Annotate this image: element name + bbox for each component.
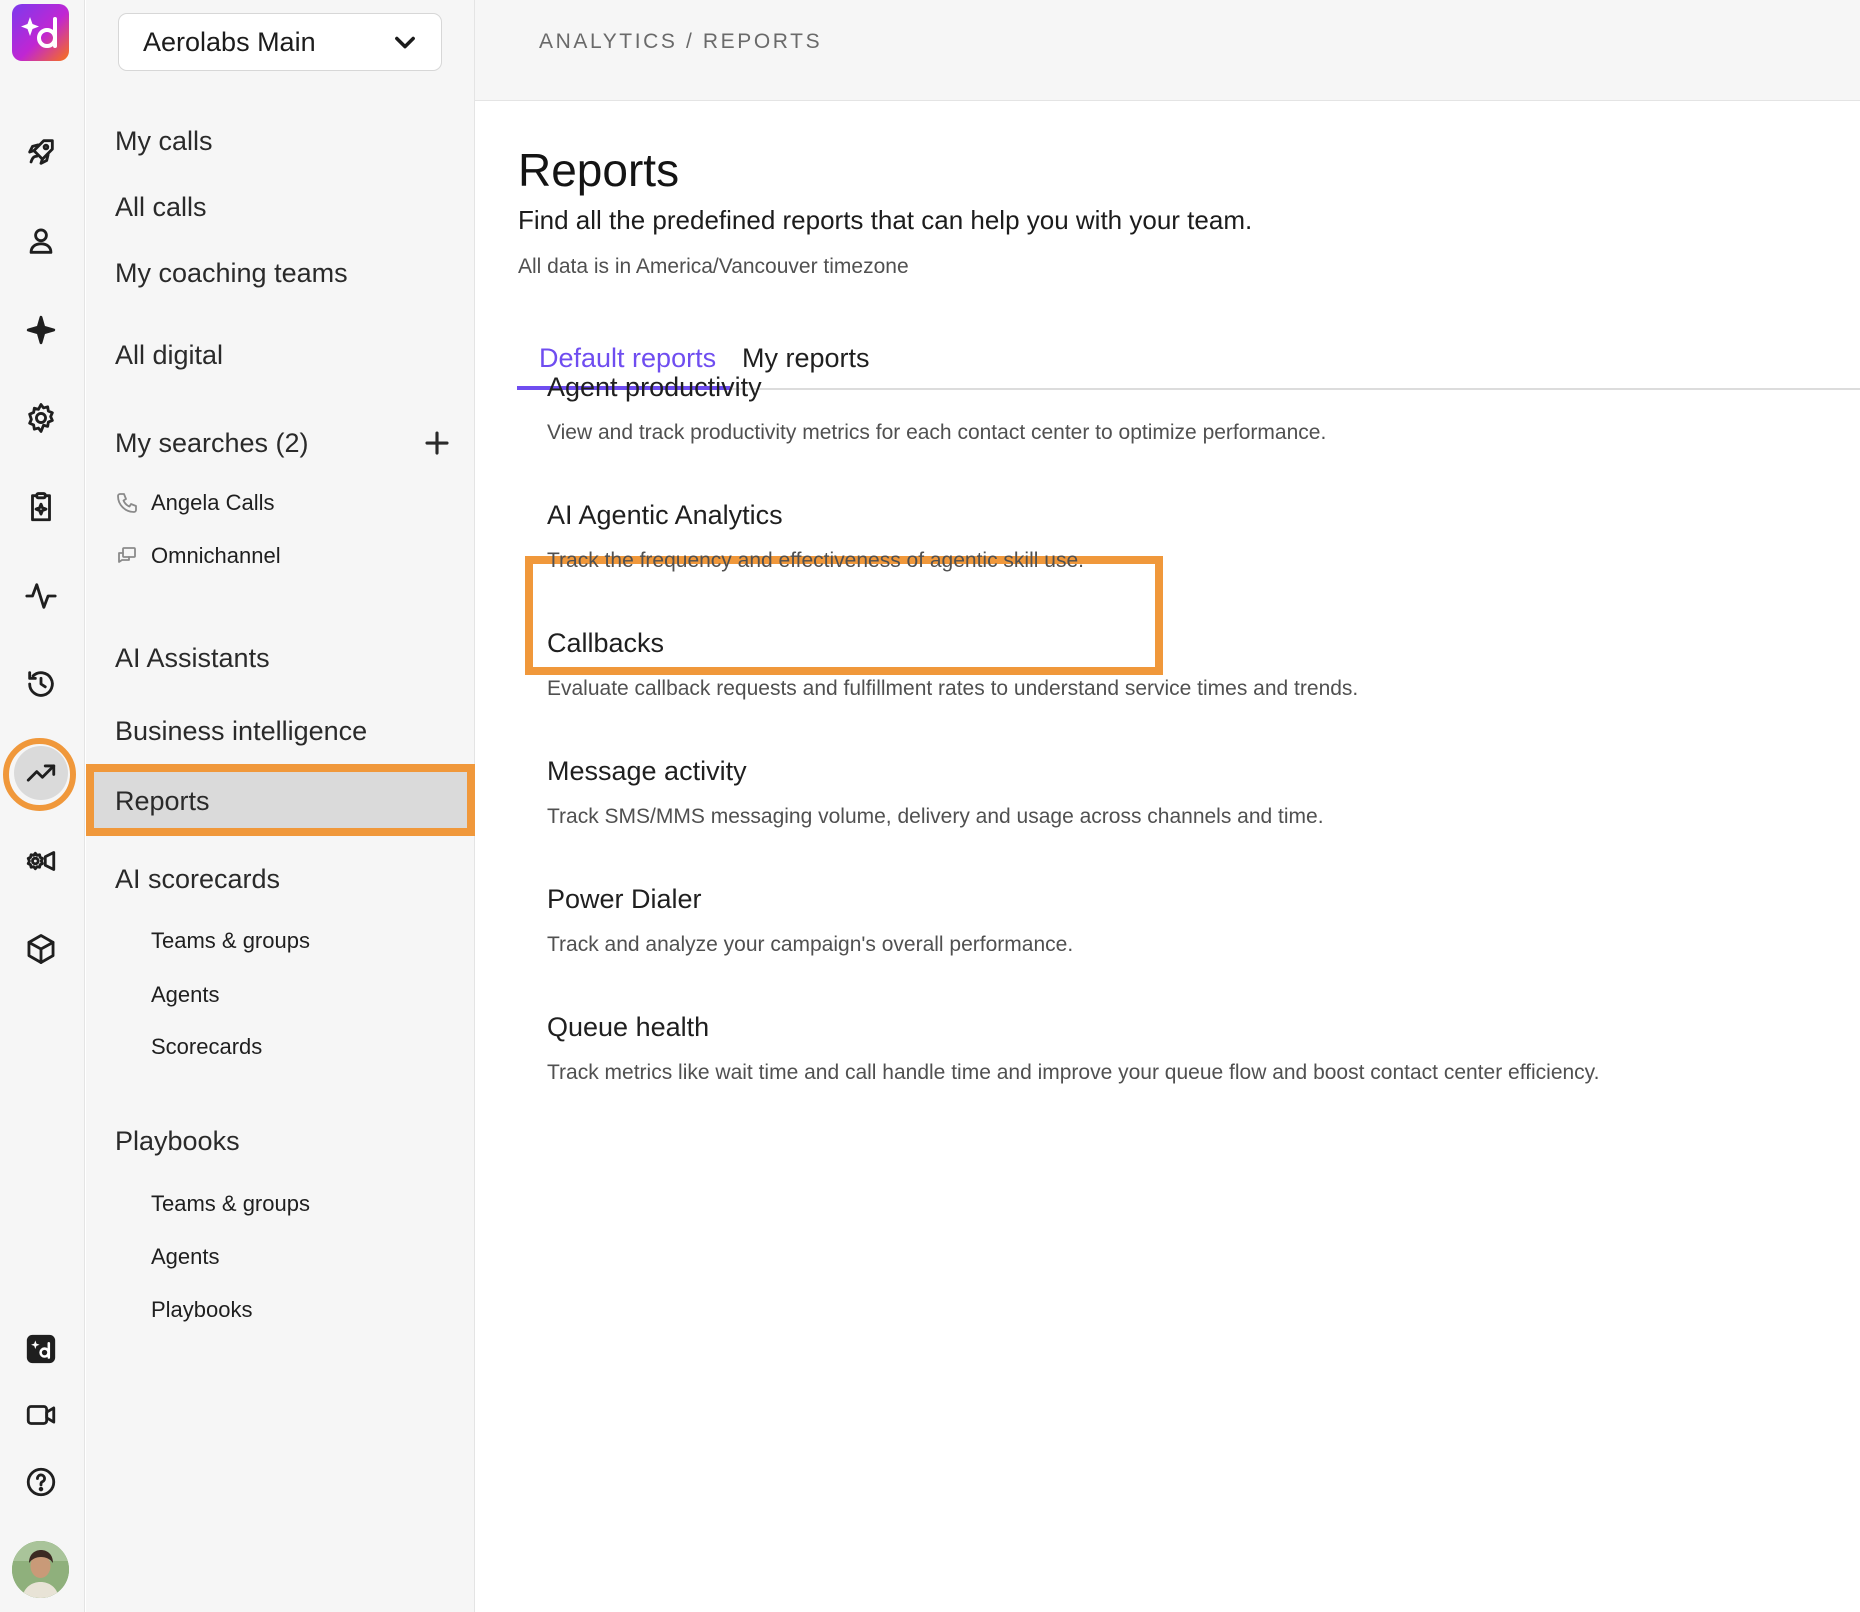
report-description: View and track productivity metrics for … bbox=[547, 421, 1327, 444]
dialpad-app-button[interactable] bbox=[14, 1322, 68, 1376]
saved-search-label: Omnichannel bbox=[151, 543, 281, 568]
ai-button[interactable] bbox=[14, 303, 68, 357]
report-item-callbacks[interactable]: Callbacks Evaluate callback requests and… bbox=[547, 628, 1837, 701]
report-item-queue-health[interactable]: Queue health Track metrics like wait tim… bbox=[547, 1012, 1837, 1085]
rocket-button[interactable] bbox=[14, 125, 68, 179]
saved-search-label: Angela Calls bbox=[151, 490, 275, 515]
report-title: Agent productivity bbox=[547, 372, 762, 402]
breadcrumb[interactable]: ANALYTICS / REPORTS bbox=[539, 30, 822, 54]
report-title: Queue health bbox=[547, 1012, 710, 1042]
chevron-down-icon bbox=[395, 36, 415, 49]
report-description: Evaluate callback requests and fulfillme… bbox=[547, 677, 1359, 700]
nav-my-calls[interactable]: My calls bbox=[115, 126, 213, 157]
report-item-ai-agentic-analytics[interactable]: AI Agentic Analytics Track the frequency… bbox=[547, 500, 1837, 573]
ai-tasks-button[interactable] bbox=[14, 480, 68, 534]
help-button[interactable] bbox=[14, 1455, 68, 1509]
nav-reports-label: Reports bbox=[115, 786, 210, 816]
settings-button[interactable] bbox=[14, 391, 68, 445]
nav-playbooks[interactable]: Playbooks bbox=[115, 1126, 240, 1157]
top-bar: ANALYTICS / REPORTS bbox=[475, 0, 1860, 101]
help-icon bbox=[26, 1467, 56, 1497]
camera-gear-icon bbox=[26, 851, 56, 871]
history-button[interactable] bbox=[14, 657, 68, 711]
nav-all-digital[interactable]: All digital bbox=[115, 340, 223, 371]
nav-my-searches[interactable]: My searches (2) bbox=[115, 428, 309, 459]
nav-all-calls[interactable]: All calls bbox=[115, 192, 207, 223]
saved-search-item[interactable]: Angela Calls bbox=[115, 490, 275, 516]
page-subtitle: Find all the predefined reports that can… bbox=[518, 205, 1253, 235]
timezone-note: All data is in America/Vancouver timezon… bbox=[518, 255, 909, 278]
report-title: Callbacks bbox=[547, 628, 665, 658]
nav-reports[interactable]: Reports bbox=[86, 764, 475, 836]
dialpad-logo-icon bbox=[20, 16, 57, 48]
tab-default-reports[interactable]: Default reports bbox=[539, 343, 716, 374]
contacts-button[interactable] bbox=[14, 214, 68, 268]
video-icon bbox=[26, 1405, 56, 1425]
nav-playbooks-teams-groups[interactable]: Teams & groups bbox=[151, 1191, 310, 1217]
analytics-highlight-ring bbox=[3, 738, 76, 811]
nav-ai-assistants[interactable]: AI Assistants bbox=[115, 643, 270, 674]
report-item-message-activity[interactable]: Message activity Track SMS/MMS messaging… bbox=[547, 756, 1837, 829]
sparkle-icon bbox=[26, 315, 56, 345]
saved-search-item[interactable]: Omnichannel bbox=[115, 543, 281, 569]
nav-business-intelligence[interactable]: Business intelligence bbox=[115, 716, 367, 747]
add-search-button[interactable] bbox=[422, 428, 452, 458]
main-content: Reports Find all the predefined reports … bbox=[475, 101, 1860, 1612]
nav-scorecards-agents[interactable]: Agents bbox=[151, 982, 220, 1008]
meetings-settings-button[interactable] bbox=[14, 834, 68, 888]
gear-icon bbox=[28, 403, 54, 433]
report-item-agent-productivity[interactable]: Agent productivity View and track produc… bbox=[547, 372, 1837, 445]
video-button[interactable] bbox=[14, 1388, 68, 1442]
report-description: Track the frequency and effectiveness of… bbox=[547, 549, 1084, 572]
report-title: Power Dialer bbox=[547, 884, 702, 914]
history-icon bbox=[28, 671, 54, 697]
nav-my-coaching-teams[interactable]: My coaching teams bbox=[115, 258, 348, 289]
report-title: AI Agentic Analytics bbox=[547, 500, 783, 530]
page-title: Reports bbox=[518, 144, 680, 196]
icon-rail bbox=[0, 0, 85, 1612]
report-description: Track SMS/MMS messaging volume, delivery… bbox=[547, 805, 1324, 828]
chat-icon bbox=[118, 547, 136, 563]
dialpad-logo-icon bbox=[26, 1334, 56, 1364]
user-avatar-image bbox=[12, 1541, 69, 1598]
workspace-name: Aerolabs Main bbox=[143, 26, 316, 57]
report-title: Message activity bbox=[547, 756, 747, 786]
dialpad-logo[interactable] bbox=[12, 4, 69, 61]
pulse-icon bbox=[25, 583, 57, 609]
avatar[interactable] bbox=[12, 1541, 69, 1598]
rocket-icon bbox=[28, 139, 54, 165]
secondary-nav: Aerolabs Main My calls All calls My coac… bbox=[86, 0, 475, 1612]
nav-playbooks-agents[interactable]: Agents bbox=[151, 1244, 220, 1270]
plus-icon bbox=[425, 431, 449, 455]
nav-scorecards-teams-groups[interactable]: Teams & groups bbox=[151, 928, 310, 954]
nav-scorecards-scorecards[interactable]: Scorecards bbox=[151, 1034, 262, 1060]
clipboard-sparkle-icon bbox=[31, 492, 51, 522]
tab-my-reports[interactable]: My reports bbox=[742, 343, 870, 374]
activity-button[interactable] bbox=[14, 569, 68, 623]
phone-icon bbox=[117, 493, 137, 513]
report-item-power-dialer[interactable]: Power Dialer Track and analyze your camp… bbox=[547, 884, 1837, 957]
cube-icon bbox=[27, 934, 55, 964]
nav-ai-scorecards[interactable]: AI scorecards bbox=[115, 864, 280, 895]
nav-playbooks-playbooks[interactable]: Playbooks bbox=[151, 1297, 253, 1323]
apps-button[interactable] bbox=[14, 922, 68, 976]
report-description: Track and analyze your campaign's overal… bbox=[547, 933, 1074, 956]
report-description: Track metrics like wait time and call ha… bbox=[547, 1061, 1600, 1084]
person-icon bbox=[29, 228, 53, 254]
workspace-selector[interactable]: Aerolabs Main bbox=[118, 13, 442, 71]
